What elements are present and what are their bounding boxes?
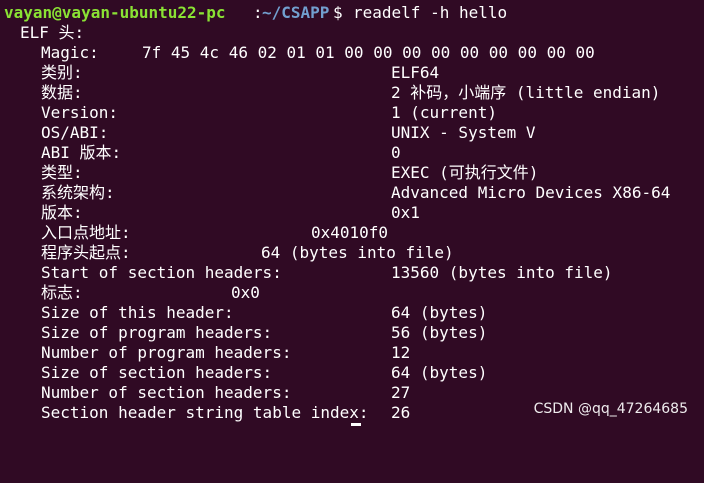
row-label: 入口点地址: [41,223,131,242]
row-program-header-count: Number of program headers: 12 [0,343,704,363]
row-value: 27 [391,383,411,402]
row-type: 类型: EXEC (可执行文件) [0,163,704,183]
row-data: 数据: 2 补码，小端序 (little endian) [0,83,704,103]
row-label: 类别: [41,63,83,82]
row-header-size: Size of this header: 64 (bytes) [0,303,704,323]
row-program-header-size: Size of program headers: 56 (bytes) [0,323,704,343]
row-label: OS/ABI: [41,123,109,142]
row-section-header-size: Size of section headers: 64 (bytes) [0,363,704,383]
csdn-watermark: CSDN @qq_47264685 [533,401,688,417]
row-value: UNIX - System V [391,123,536,142]
row-value: 0x0 [231,283,260,302]
row-label: Size of program headers: [41,323,273,342]
row-label: 标志: [41,283,83,302]
row-label: Section header string table index: [41,403,369,422]
terminal-output[interactable]: vayan@vayan-ubuntu22-pc : ~/CSAPP $ read… [0,3,704,423]
row-label: 系统架构: [41,183,115,202]
row-value: 56 (bytes) [391,323,488,342]
row-value: 0x4010f0 [311,223,389,242]
row-value: 1 (current) [391,103,497,122]
row-section-header-start: Start of section headers: 13560 (bytes i… [0,263,704,283]
prompt-line: vayan@vayan-ubuntu22-pc : ~/CSAPP $ read… [0,3,704,23]
row-label: 程序头起点: [41,243,131,262]
elf-header-label: ELF 头: [20,23,85,42]
row-label: 类型: [41,163,83,182]
row-label: ABI 版本: [41,143,122,162]
row-label: 版本: [41,203,83,222]
row-magic: Magic: 7f 45 4c 46 02 01 01 00 00 00 00 … [0,43,704,63]
row-program-header-start: 程序头起点: 64 (bytes into file) [0,243,704,263]
row-value: 2 补码，小端序 (little endian) [391,83,661,102]
row-label: Version: [41,103,119,122]
row-value: 64 (bytes) [391,363,488,382]
row-os-abi: OS/ABI: UNIX - System V [0,123,704,143]
row-label: Size of this header: [41,303,234,322]
row-label: 数据: [41,83,83,102]
prompt-path: ~/CSAPP [262,3,330,22]
row-label: Number of program headers: [41,343,292,362]
prompt-user-host: vayan@vayan-ubuntu22-pc [4,3,226,22]
command-text: readelf -h hello [353,3,508,22]
row-value: 0x1 [391,203,420,222]
row-value: 64 (bytes) [391,303,488,322]
row-label: Start of section headers: [41,263,282,282]
elf-header-title: ELF 头: [0,23,704,43]
prompt-dollar: $ [333,3,343,22]
row-value: ELF64 [391,63,440,82]
row-value: Advanced Micro Devices X86-64 [391,183,671,202]
row-value: 26 [391,403,411,422]
row-label: Magic: [41,43,99,62]
row-label: Size of section headers: [41,363,273,382]
row-class: 类别: ELF64 [0,63,704,83]
row-machine: 系统架构: Advanced Micro Devices X86-64 [0,183,704,203]
row-label: Number of section headers: [41,383,292,402]
row-flags: 标志: 0x0 [0,283,704,303]
row-section-header-count: Number of section headers: 27 [0,383,704,403]
row-value: 7f 45 4c 46 02 01 01 00 00 00 00 00 00 0… [142,43,595,62]
row-value: 13560 (bytes into file) [391,263,613,282]
row-entry-point: 入口点地址: 0x4010f0 [0,223,704,243]
row-value: EXEC (可执行文件) [391,163,539,182]
row-value: 12 [391,343,411,362]
row-version-hex: 版本: 0x1 [0,203,704,223]
row-version: Version: 1 (current) [0,103,704,123]
row-value: 0 [391,143,401,162]
row-value: 64 (bytes into file) [261,243,454,262]
row-abi-version: ABI 版本: 0 [0,143,704,163]
